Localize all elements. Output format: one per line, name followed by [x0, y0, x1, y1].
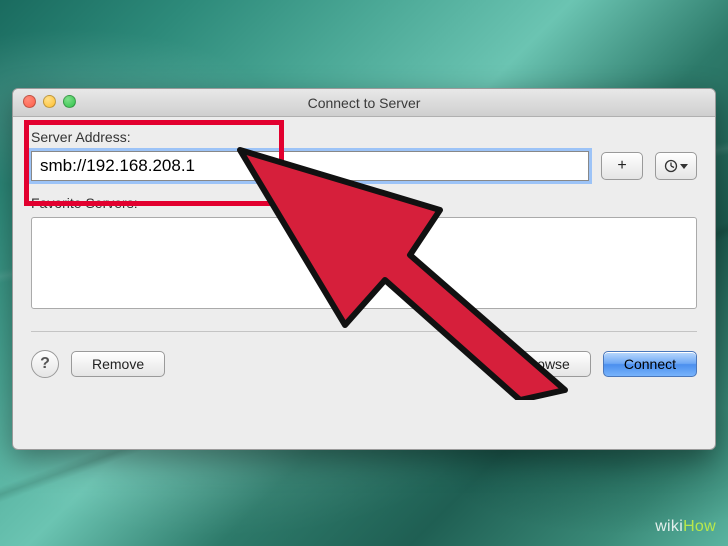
footer-row: ? Remove Browse Connect [31, 350, 697, 378]
add-favorite-button[interactable]: + [601, 152, 643, 180]
watermark: wikiHow [655, 518, 716, 536]
connect-to-server-window: Connect to Server Server Address: + Favo… [12, 88, 716, 450]
watermark-prefix: wiki [655, 518, 683, 535]
watermark-suffix: How [683, 518, 716, 535]
titlebar[interactable]: Connect to Server [13, 89, 715, 117]
connect-button[interactable]: Connect [603, 351, 697, 377]
window-title: Connect to Server [308, 95, 421, 111]
favorite-servers-list[interactable] [31, 217, 697, 309]
favorite-servers-label: Favorite Servers: [31, 195, 697, 211]
server-address-label: Server Address: [31, 129, 697, 145]
remove-button[interactable]: Remove [71, 351, 165, 377]
minimize-icon[interactable] [43, 95, 56, 108]
help-button[interactable]: ? [31, 350, 59, 378]
traffic-lights [23, 95, 76, 108]
history-button[interactable] [655, 152, 697, 180]
server-address-input[interactable] [31, 151, 589, 181]
divider [31, 331, 697, 332]
clock-dropdown-icon [664, 159, 688, 173]
server-address-row: + [31, 151, 697, 181]
close-icon[interactable] [23, 95, 36, 108]
zoom-icon[interactable] [63, 95, 76, 108]
window-body: Server Address: + Favorite Servers: ? Re… [13, 117, 715, 378]
browse-button[interactable]: Browse [502, 351, 591, 377]
